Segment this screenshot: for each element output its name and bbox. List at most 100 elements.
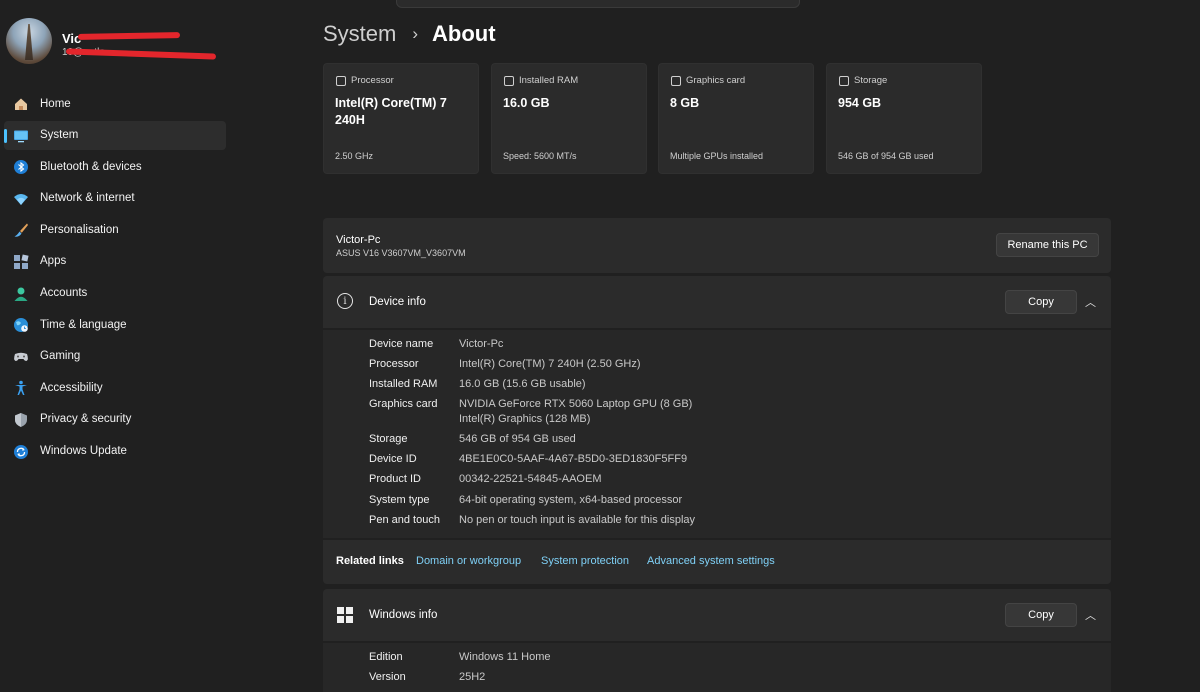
sidebar-item-label: Bluetooth & devices bbox=[40, 160, 142, 173]
copy-device-info-button[interactable]: Copy bbox=[1005, 290, 1077, 314]
spec-value: Victor-Pc bbox=[459, 338, 504, 350]
card-subtext: Speed: 5600 MT/s bbox=[503, 151, 577, 161]
redaction-mark bbox=[77, 32, 181, 40]
wifi-icon bbox=[14, 193, 28, 205]
device-info-header[interactable]: i Device info Copy ︿ bbox=[323, 276, 1111, 328]
domain-workgroup-link[interactable]: Domain or workgroup bbox=[416, 555, 521, 567]
spec-key: Version bbox=[369, 671, 406, 683]
processor-card: Processor Intel(R) Core(TM) 7 240H 2.50 … bbox=[323, 63, 479, 174]
card-label: Installed RAM bbox=[519, 75, 579, 86]
sidebar-item-windows-update[interactable]: Windows Update bbox=[4, 437, 226, 466]
sidebar-item-system[interactable]: System bbox=[4, 120, 226, 150]
windows-logo-icon bbox=[337, 607, 353, 623]
gamepad-icon bbox=[14, 352, 28, 361]
pc-model: ASUS V16 V3607VM_V3607VM bbox=[336, 248, 466, 258]
card-subtext: 546 GB of 954 GB used bbox=[838, 151, 934, 161]
sidebar-item-personalisation[interactable]: Personalisation bbox=[4, 215, 226, 244]
spec-key: Pen and touch bbox=[369, 514, 440, 526]
card-value: 954 GB bbox=[838, 96, 882, 110]
card-label: Processor bbox=[351, 75, 394, 86]
related-links: Related links Domain or workgroup System… bbox=[323, 540, 1111, 584]
sidebar-item-label: Home bbox=[40, 97, 71, 110]
section-title: Windows info bbox=[369, 609, 438, 621]
windows-info-details: Edition Windows 11 Home Version 25H2 bbox=[323, 643, 1111, 692]
chevron-up-icon[interactable]: ︿ bbox=[1085, 607, 1096, 623]
update-icon bbox=[14, 444, 28, 459]
device-info-details: Device name Victor-Pc Processor Intel(R)… bbox=[323, 330, 1111, 538]
ram-icon bbox=[504, 76, 514, 86]
accounts-icon bbox=[14, 287, 28, 301]
breadcrumb: System › About bbox=[323, 21, 496, 47]
related-links-label: Related links bbox=[336, 555, 404, 567]
sidebar: Vic 10@outlo Home System Bluetooth & dev… bbox=[0, 0, 240, 692]
storage-icon bbox=[839, 76, 849, 86]
sidebar-item-time-language[interactable]: Time & language bbox=[4, 310, 226, 339]
sidebar-item-accessibility[interactable]: Accessibility bbox=[4, 373, 226, 402]
spec-value: 25H2 bbox=[459, 671, 486, 683]
pc-name: Victor-Pc bbox=[336, 234, 381, 246]
info-icon: i bbox=[337, 293, 353, 309]
section-title: Device info bbox=[369, 296, 426, 308]
pc-name-panel: Victor-Pc ASUS V16 V3607VM_V3607VM Renam… bbox=[323, 218, 1111, 273]
spec-key: Device ID bbox=[369, 453, 417, 465]
spec-value: Intel(R) Graphics (128 MB) bbox=[459, 413, 591, 425]
system-protection-link[interactable]: System protection bbox=[541, 555, 629, 567]
sidebar-item-label: Privacy & security bbox=[40, 413, 132, 426]
sidebar-item-accounts[interactable]: Accounts bbox=[4, 279, 226, 308]
storage-card: Storage 954 GB 546 GB of 954 GB used bbox=[826, 63, 982, 174]
spec-value: 546 GB of 954 GB used bbox=[459, 433, 576, 445]
spec-key: Device name bbox=[369, 338, 434, 350]
spec-key: Graphics card bbox=[369, 398, 438, 410]
windows-info-header[interactable]: Windows info Copy ︿ bbox=[323, 589, 1111, 641]
spec-key: Installed RAM bbox=[369, 378, 438, 390]
sidebar-item-apps[interactable]: Apps bbox=[4, 247, 226, 276]
card-subtext: Multiple GPUs installed bbox=[670, 151, 764, 161]
card-value: 16.0 GB bbox=[503, 96, 550, 110]
avatar bbox=[6, 18, 52, 64]
card-subtext: 2.50 GHz bbox=[335, 151, 374, 161]
sidebar-item-label: Network & internet bbox=[40, 192, 135, 205]
spec-key: Processor bbox=[369, 358, 419, 370]
spec-value: No pen or touch input is available for t… bbox=[459, 514, 696, 526]
spec-key: Storage bbox=[369, 433, 408, 445]
advanced-system-settings-link[interactable]: Advanced system settings bbox=[647, 555, 775, 567]
apps-icon bbox=[14, 254, 29, 269]
gpu-icon bbox=[671, 76, 681, 86]
spec-value: Intel(R) Core(TM) 7 240H (2.50 GHz) bbox=[459, 358, 641, 370]
ram-card: Installed RAM 16.0 GB Speed: 5600 MT/s bbox=[491, 63, 647, 174]
sidebar-item-label: Accessibility bbox=[40, 381, 103, 394]
sidebar-item-label: Personalisation bbox=[40, 223, 119, 236]
rename-pc-button[interactable]: Rename this PC bbox=[996, 233, 1099, 257]
sidebar-item-privacy-security[interactable]: Privacy & security bbox=[4, 405, 226, 434]
chevron-up-icon[interactable]: ︿ bbox=[1085, 294, 1096, 310]
shield-icon bbox=[15, 412, 27, 427]
chevron-right-icon: › bbox=[412, 24, 419, 43]
spec-key: Product ID bbox=[369, 473, 421, 485]
spec-key: Edition bbox=[369, 651, 403, 663]
spec-value: 16.0 GB (15.6 GB usable) bbox=[459, 378, 586, 390]
brush-icon bbox=[14, 223, 28, 238]
sidebar-item-label: Time & language bbox=[40, 318, 127, 331]
graphics-card: Graphics card 8 GB Multiple GPUs install… bbox=[658, 63, 814, 174]
breadcrumb-parent[interactable]: System bbox=[323, 21, 396, 47]
home-icon bbox=[15, 98, 27, 110]
spec-value: 64-bit operating system, x64-based proce… bbox=[459, 494, 683, 506]
card-value: Intel(R) Core(TM) 7 240H bbox=[335, 96, 447, 127]
spec-value: Windows 11 Home bbox=[459, 651, 551, 663]
card-label: Graphics card bbox=[686, 75, 746, 86]
sidebar-item-network[interactable]: Network & internet bbox=[4, 184, 226, 213]
sidebar-item-label: Accounts bbox=[40, 287, 88, 300]
spec-value: NVIDIA GeForce RTX 5060 Laptop GPU (8 GB… bbox=[459, 398, 693, 410]
sidebar-item-bluetooth[interactable]: Bluetooth & devices bbox=[4, 152, 226, 181]
spec-value: 00342-22521-54845-AAOEM bbox=[459, 473, 602, 485]
user-profile[interactable]: Vic 10@outlo bbox=[6, 18, 236, 70]
spec-key: System type bbox=[369, 494, 430, 506]
search-box[interactable] bbox=[396, 0, 800, 8]
sidebar-item-gaming[interactable]: Gaming bbox=[4, 342, 226, 371]
copy-windows-info-button[interactable]: Copy bbox=[1005, 603, 1077, 627]
spec-value: 4BE1E0C0-5AAF-4A67-B5D0-3ED1830F5FF9 bbox=[459, 453, 688, 465]
cpu-icon bbox=[336, 76, 346, 86]
globe-icon bbox=[14, 318, 28, 333]
sidebar-item-home[interactable]: Home bbox=[4, 89, 226, 118]
card-label: Storage bbox=[854, 75, 888, 86]
